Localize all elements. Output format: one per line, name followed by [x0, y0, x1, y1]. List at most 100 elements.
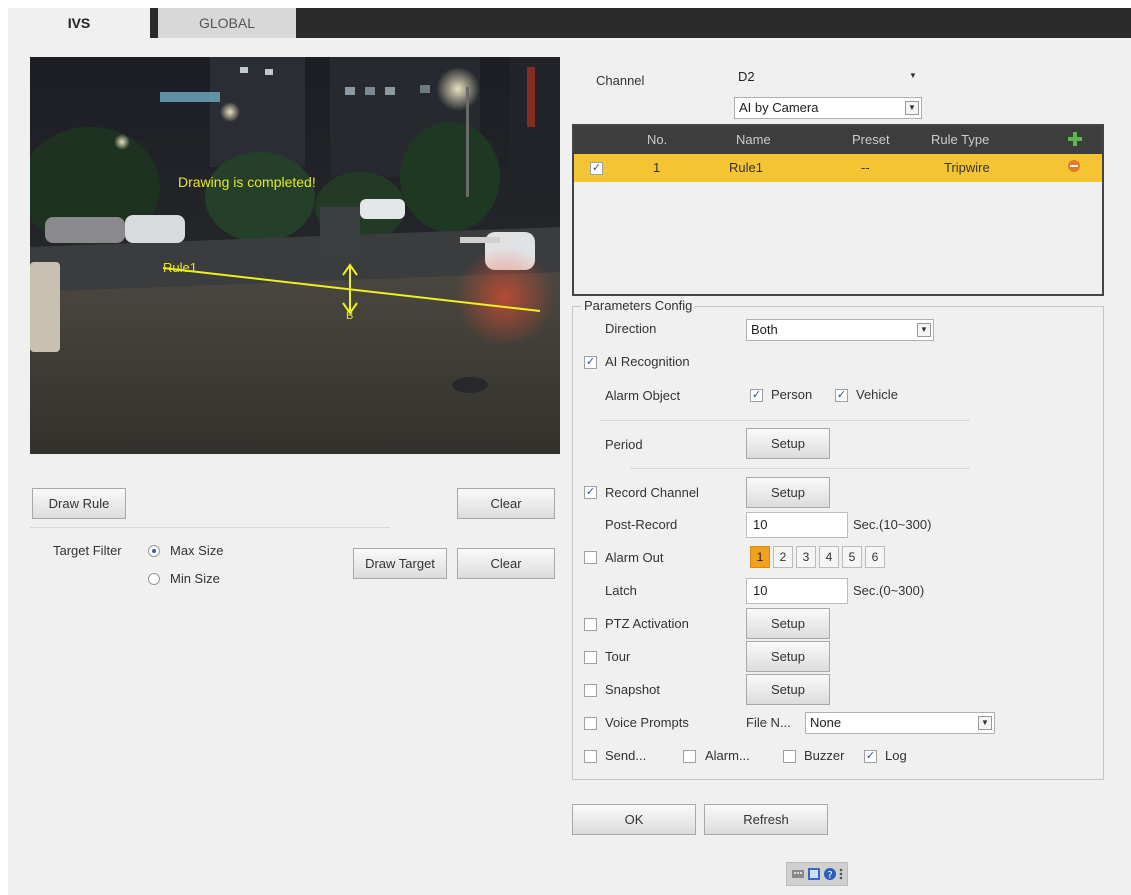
log-label: Log	[885, 748, 907, 763]
record-channel-setup-button[interactable]: Setup	[746, 477, 830, 508]
ai-mode-value: AI by Camera	[739, 100, 819, 115]
channel-value: D2	[738, 69, 755, 84]
snapshot-setup-button[interactable]: Setup	[746, 674, 830, 705]
tour-checkbox[interactable]	[584, 651, 597, 664]
max-size-label: Max Size	[170, 543, 224, 558]
chevron-down-icon: ▼	[909, 71, 917, 80]
alarm-out-2[interactable]: 2	[773, 546, 793, 568]
direction-value: Both	[751, 322, 778, 337]
max-size-radio[interactable]	[148, 545, 160, 557]
alarm-out-4[interactable]: 4	[819, 546, 839, 568]
delete-rule-icon[interactable]	[1068, 160, 1080, 172]
clear-target-button[interactable]: Clear	[457, 548, 555, 579]
vehicle-checkbox[interactable]: ✓	[835, 389, 848, 402]
divider	[600, 420, 970, 421]
col-preset: Preset	[852, 132, 890, 147]
rule-overlay-label: Rule1	[163, 260, 197, 275]
direction-label: Direction	[605, 321, 657, 336]
min-size-radio[interactable]	[148, 573, 160, 585]
cell-preset: --	[861, 160, 870, 175]
target-filter-label: Target Filter	[53, 543, 122, 558]
vehicle-label: Vehicle	[856, 387, 898, 402]
buzzer-label: Buzzer	[804, 748, 845, 763]
alarm-upload-label: Alarm...	[705, 748, 750, 763]
ai-recognition-label: AI Recognition	[605, 354, 690, 369]
window-icon[interactable]	[807, 867, 821, 881]
cell-rule-type: Tripwire	[944, 160, 990, 175]
log-checkbox[interactable]: ✓	[864, 750, 877, 763]
record-channel-label: Record Channel	[605, 485, 699, 500]
draw-rule-button[interactable]: Draw Rule	[32, 488, 126, 519]
channel-select[interactable]: D2 ▼	[734, 67, 922, 89]
rule-enable-checkbox[interactable]: ✓	[590, 162, 603, 175]
min-size-label: Min Size	[170, 571, 220, 586]
col-no: No.	[647, 132, 668, 147]
tab-global[interactable]: GLOBAL	[158, 8, 296, 38]
alarm-out-5[interactable]: 5	[842, 546, 862, 568]
post-record-label: Post-Record	[605, 517, 678, 532]
direction-overlay-label: B	[346, 310, 354, 322]
refresh-button[interactable]: Refresh	[704, 804, 828, 835]
divider	[630, 468, 970, 469]
buzzer-checkbox[interactable]	[783, 750, 796, 763]
alarm-out-3[interactable]: 3	[796, 546, 816, 568]
divider	[30, 527, 390, 528]
draw-target-button[interactable]: Draw Target	[353, 548, 447, 579]
clear-rule-button[interactable]: Clear	[457, 488, 555, 519]
latch-unit: Sec.(0~300)	[853, 583, 925, 598]
tour-label: Tour	[605, 649, 631, 664]
cell-name: Rule1	[729, 160, 763, 175]
col-name: Name	[736, 132, 771, 147]
send-email-checkbox[interactable]	[584, 750, 597, 763]
ptz-activation-checkbox[interactable]	[584, 618, 597, 631]
send-email-label: Send...	[605, 748, 647, 763]
alarm-upload-checkbox[interactable]	[683, 750, 696, 763]
rule-table-header: No. Name Preset Rule Type	[574, 126, 1102, 154]
period-label: Period	[605, 437, 643, 452]
person-checkbox[interactable]: ✓	[750, 389, 763, 402]
table-row[interactable]: ✓ 1 Rule1 -- Tripwire	[574, 154, 1102, 182]
tab-ivs[interactable]: IVS	[8, 8, 150, 38]
snapshot-label: Snapshot	[605, 682, 660, 697]
help-icon[interactable]: ?	[823, 867, 837, 881]
chevron-down-icon: ▼	[917, 323, 931, 337]
direction-select[interactable]: Both ▼	[746, 319, 934, 341]
channel-label: Channel	[596, 73, 645, 88]
ok-button[interactable]: OK	[572, 804, 696, 835]
video-preview[interactable]: Drawing is completed! Rule1 B	[30, 57, 560, 454]
chevron-down-icon: ▼	[905, 101, 919, 115]
voice-file-select[interactable]: None ▼	[805, 712, 995, 734]
rule-table: No. Name Preset Rule Type ✓ 1 Rule1 -- T…	[572, 124, 1104, 296]
parameters-config-title: Parameters Config	[581, 298, 696, 313]
alarm-out-label: Alarm Out	[605, 550, 664, 565]
alarm-out-6[interactable]: 6	[865, 546, 885, 568]
alarm-out-1[interactable]: 1	[750, 546, 770, 568]
latch-input[interactable]: 10	[746, 578, 848, 604]
cell-no: 1	[653, 160, 661, 175]
tab-separator	[150, 8, 158, 38]
person-label: Person	[771, 387, 813, 402]
chevron-down-icon: ▼	[978, 716, 992, 730]
latch-label: Latch	[605, 583, 637, 598]
ptz-activation-label: PTZ Activation	[605, 616, 689, 631]
parameters-config-group	[572, 306, 1104, 780]
period-setup-button[interactable]: Setup	[746, 428, 830, 459]
add-rule-icon[interactable]	[1067, 131, 1083, 147]
tray-toolbar: ?	[786, 862, 848, 886]
alarm-out-checkbox[interactable]	[584, 551, 597, 564]
voice-prompts-checkbox[interactable]	[584, 717, 597, 730]
col-rule-type: Rule Type	[931, 132, 990, 147]
keyboard-icon[interactable]	[791, 867, 805, 881]
ai-recognition-checkbox[interactable]: ✓	[584, 356, 597, 369]
snapshot-checkbox[interactable]	[584, 684, 597, 697]
ai-mode-select[interactable]: AI by Camera ▼	[734, 97, 922, 119]
svg-text:?: ?	[827, 870, 832, 881]
ptz-setup-button[interactable]: Setup	[746, 608, 830, 639]
tour-setup-button[interactable]: Setup	[746, 641, 830, 672]
night-scene-image	[30, 57, 560, 454]
alarm-object-label: Alarm Object	[605, 388, 681, 403]
file-name-label: File N...	[746, 715, 791, 730]
more-icon[interactable]	[838, 867, 844, 881]
record-channel-checkbox[interactable]: ✓	[584, 486, 597, 499]
post-record-input[interactable]: 10	[746, 512, 848, 538]
